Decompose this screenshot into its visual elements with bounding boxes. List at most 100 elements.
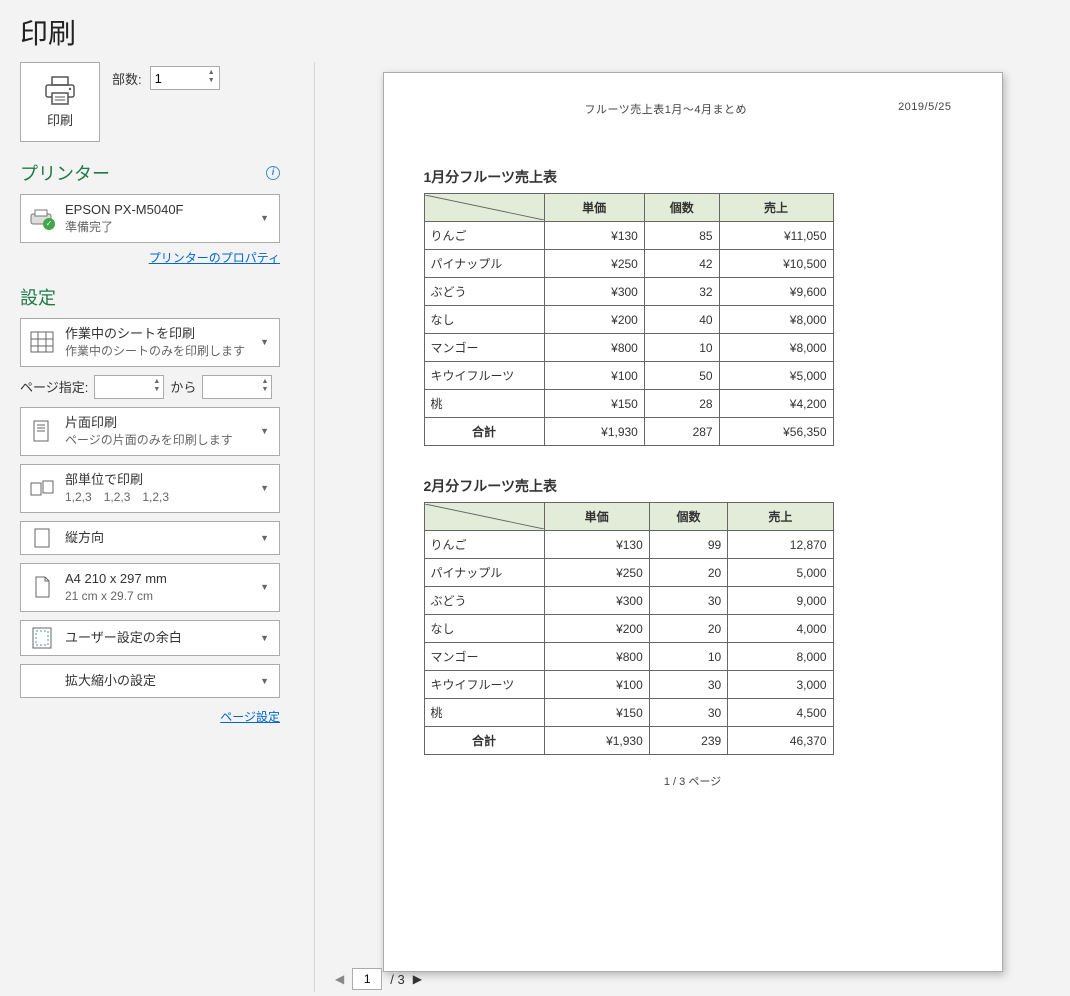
cell: ¥200 [544,306,644,334]
cell: ¥4,200 [719,390,833,418]
chevron-down-icon[interactable]: ▼ [261,386,268,394]
page-setup-link[interactable]: ページ設定 [220,710,280,724]
sheet-icon [29,331,55,353]
cell: ¥5,000 [719,362,833,390]
page-to-input[interactable]: ▲▼ [202,375,272,399]
cell: ¥11,050 [719,222,833,250]
duplex-secondary: ページの片面のみを印刷します [65,432,250,449]
cell: ¥8,000 [719,334,833,362]
diagonal-header-cell [424,503,544,531]
cell: 32 [644,278,719,306]
row-name: 桃 [424,390,544,418]
chevron-down-icon[interactable]: ▼ [153,386,160,394]
column-header: 個数 [649,503,727,531]
row-name: マンゴー [424,643,544,671]
cell: ¥130 [544,531,649,559]
cell: 5,000 [728,559,833,587]
column-header: 単価 [544,194,644,222]
cell: ¥100 [544,671,649,699]
preview-page: フルーツ売上表1月～4月まとめ 2019/5/25 1月分フルーツ売上表単価個数… [383,72,1003,972]
table-row: キウイフルーツ¥100303,000 [424,671,833,699]
preview-table: 単価個数売上りんご¥13085¥11,050パイナップル¥25042¥10,50… [424,193,834,446]
row-name: キウイフルーツ [424,362,544,390]
table-row: パイナップル¥25042¥10,500 [424,250,833,278]
prev-page-icon[interactable]: ◀ [335,972,344,986]
table-row: マンゴー¥800108,000 [424,643,833,671]
cell: ¥250 [544,250,644,278]
cell: ¥10,500 [719,250,833,278]
cell: 3,000 [728,671,833,699]
print-what-dropdown[interactable]: 作業中のシートを印刷 作業中のシートのみを印刷します ▼ [20,318,280,367]
table-row: なし¥20040¥8,000 [424,306,833,334]
row-name: パイナップル [424,559,544,587]
page-number-input[interactable] [352,968,382,990]
copies-down-icon[interactable]: ▼ [208,77,215,85]
copies-stepper[interactable]: ▲ ▼ [150,66,220,90]
printer-properties-link[interactable]: プリンターのプロパティ [149,251,280,265]
print-button[interactable]: 印刷 [20,62,100,142]
table-row: 桃¥150304,500 [424,699,833,727]
total-cell: 46,370 [728,727,833,755]
total-label: 合計 [424,418,544,446]
cell: ¥250 [544,559,649,587]
orientation-primary: 縦方向 [65,529,250,547]
cell: ¥200 [544,615,649,643]
chevron-down-icon: ▼ [260,483,271,493]
column-header: 単価 [544,503,649,531]
printer-status: 準備完了 [65,219,250,236]
table-row: 桃¥15028¥4,200 [424,390,833,418]
cell: ¥800 [544,334,644,362]
orientation-dropdown[interactable]: 縦方向 ▼ [20,521,280,555]
row-name: ぶどう [424,587,544,615]
preview-header-right: 2019/5/25 [898,101,951,117]
cell: 28 [644,390,719,418]
cell: ¥800 [544,643,649,671]
row-name: パイナップル [424,250,544,278]
preview-footer: 1 / 3 ページ [424,773,962,789]
paper-primary: A4 210 x 297 mm [65,570,250,588]
collation-dropdown[interactable]: 部単位で印刷 1,2,3 1,2,3 1,2,3 ▼ [20,464,280,513]
cell: ¥300 [544,278,644,306]
table-row: ぶどう¥30032¥9,600 [424,278,833,306]
row-name: 桃 [424,699,544,727]
cell: ¥300 [544,587,649,615]
printer-dropdown[interactable]: EPSON PX-M5040F 準備完了 ▼ [20,194,280,243]
column-header: 個数 [644,194,719,222]
copies-label: 部数: [112,69,142,88]
duplex-dropdown[interactable]: 片面印刷 ページの片面のみを印刷します ▼ [20,407,280,456]
total-cell: 239 [649,727,727,755]
single-side-icon [29,419,55,443]
info-icon[interactable]: i [266,166,280,180]
scaling-primary: 拡大縮小の設定 [65,672,250,690]
row-name: りんご [424,222,544,250]
copies-up-icon[interactable]: ▲ [208,69,215,77]
total-label: 合計 [424,727,544,755]
table-row: マンゴー¥80010¥8,000 [424,334,833,362]
margins-primary: ユーザー設定の余白 [65,629,250,647]
margins-dropdown[interactable]: ユーザー設定の余白 ▼ [20,620,280,656]
paper-dropdown[interactable]: A4 210 x 297 mm 21 cm x 29.7 cm ▼ [20,563,280,612]
column-header: 売上 [719,194,833,222]
scaling-dropdown[interactable]: 拡大縮小の設定 ▼ [20,664,280,698]
page-from-input[interactable]: ▲▼ [94,375,164,399]
margins-icon [29,627,55,649]
cell: ¥150 [544,390,644,418]
total-cell: 287 [644,418,719,446]
total-cell: ¥1,930 [544,418,644,446]
duplex-primary: 片面印刷 [65,414,250,432]
table-title: 2月分フルーツ売上表 [424,476,962,496]
chevron-down-icon: ▼ [260,676,271,686]
cell: 9,000 [728,587,833,615]
page-total-label: / 3 [390,972,404,987]
next-page-icon[interactable]: ▶ [413,972,422,986]
cell: 99 [649,531,727,559]
chevron-up-icon[interactable]: ▲ [261,378,268,386]
collation-primary: 部単位で印刷 [65,471,250,489]
chevron-up-icon[interactable]: ▲ [153,378,160,386]
copies-input[interactable] [155,71,195,86]
printer-name: EPSON PX-M5040F [65,201,250,219]
cell: 30 [649,671,727,699]
cell: 30 [649,699,727,727]
collation-secondary: 1,2,3 1,2,3 1,2,3 [65,489,250,506]
chevron-down-icon: ▼ [260,582,271,592]
